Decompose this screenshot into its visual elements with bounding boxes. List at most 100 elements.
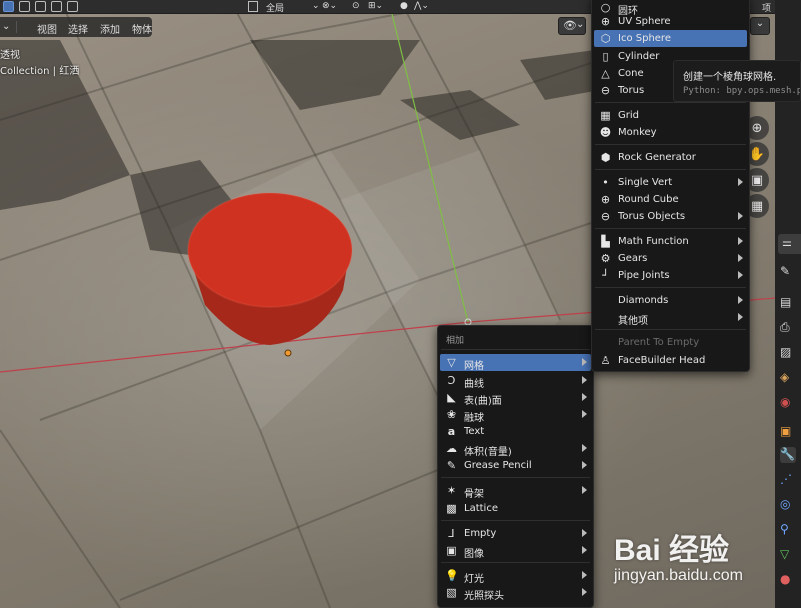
vert-icon: • [602,176,609,189]
select-subtract-icon[interactable] [35,1,46,12]
baidu-watermark: Bai 经验 jingyan.baidu.com [614,525,784,595]
submenu-arrow-icon [582,444,587,452]
torus-icon: ⊖ [600,84,611,97]
menu-item-single-vert[interactable]: • Single Vert [594,174,747,191]
select-box-icon[interactable] [3,1,14,12]
viewport-shading-dropdown[interactable]: ⌄ [750,17,770,35]
ico-sphere-icon: ⬡ [600,32,611,45]
menu-item-gears[interactable]: ⚙ Gears [594,250,747,267]
render-properties-icon[interactable]: ▤ [780,295,796,311]
surface-icon: ◣ [447,391,456,404]
menu-object[interactable]: 物体 [132,21,152,36]
cone-icon: △ [601,67,610,80]
menu-item-round-cube[interactable]: ⊕ Round Cube [594,191,747,208]
view-layer-icon[interactable]: ▨ [780,345,796,361]
pivot-point-icon[interactable]: ⊗⌄ [322,1,337,11]
menu-item-lattice[interactable]: ▩ Lattice [440,500,591,517]
submenu-arrow-icon [582,410,587,418]
gears-icon: ⚙ [600,252,611,265]
torus-objects-icon: ⊖ [600,210,611,223]
scene-properties-icon[interactable]: ◈ [780,370,796,386]
menu-item-uv-sphere[interactable]: ⊕ UV Sphere [594,13,747,30]
menu-add[interactable]: 添加 [100,21,120,36]
menu-item-facebuilder-head[interactable]: ♙ FaceBuilder Head [594,352,747,369]
menu-view[interactable]: 视图 [37,21,57,36]
submenu-arrow-icon [738,254,743,262]
ico-sphere-tooltip: 创建一个棱角球网格. Python: bpy.ops.mesh.pri [673,60,801,102]
eye-icon: 👁 [563,19,577,32]
submenu-arrow-icon [582,358,587,366]
uv-sphere-icon: ⊕ [600,15,611,28]
menu-item-diamonds[interactable]: Diamonds [594,292,747,309]
mode-dropdown-chevron-icon[interactable]: ⌄ [2,21,10,32]
tool-tab-button[interactable]: ⚌ [778,234,801,254]
output-properties-icon[interactable]: ⎙ [780,320,796,336]
menu-item-monkey[interactable]: ☻ Monkey [594,124,747,141]
menu-item-curve[interactable]: Ↄ 曲线 [440,372,591,390]
object-properties-icon[interactable]: ▣ [780,424,796,440]
viewport-header: ⌄ 视图 选择 添加 物体 [0,17,152,37]
submenu-arrow-icon [582,529,587,537]
menu-item-text[interactable]: a Text [440,423,591,440]
tooltip-python: Python: bpy.ops.mesh.pri [683,86,801,96]
physics-icon[interactable]: ◎ [780,497,796,513]
text-icon: a [447,425,456,438]
transform-orientation-icon [248,1,258,12]
select-extend-icon[interactable] [19,1,30,12]
world-properties-icon[interactable]: ◉ [780,395,796,411]
menu-item-empty[interactable]: ⅃ Empty [440,525,591,542]
tooltip-description: 创建一个棱角球网格. [683,72,777,83]
armature-icon: ✶ [446,484,457,497]
lattice-icon: ▩ [446,502,457,515]
watermark-logo: Bai 经验 [614,534,730,567]
menu-item-light-probe[interactable]: ▧ 光照探头 [440,584,591,602]
select-intersect-icon[interactable] [67,1,78,12]
view-name-label: 透视 [0,50,20,61]
submenu-arrow-icon [738,313,743,321]
menu-item-armature[interactable]: ✶ 骨架 [440,482,591,500]
rock-icon: ⬢ [600,151,611,164]
menu-item-volume[interactable]: ☁ 体积(音量) [440,440,591,458]
dropdown-chevron-icon[interactable]: ⌄ [312,1,320,11]
particles-icon[interactable]: ⋰ [780,472,796,488]
submenu-arrow-icon [582,588,587,596]
falloff-icon[interactable]: ⋀⌄ [414,1,429,11]
submenu-arrow-icon [738,271,743,279]
cylinder-icon: ▯ [602,50,609,63]
empty-icon: ⅃ [448,527,455,540]
menu-item-metaball[interactable]: ❀ 融球 [440,406,591,424]
submenu-arrow-icon [582,461,587,469]
math-function-icon: ▙ [601,235,610,248]
menu-item-extras[interactable]: 其他项 [594,309,747,327]
header-divider [16,21,17,33]
submenu-arrow-icon [582,571,587,579]
monkey-icon: ☻ [599,126,612,139]
grease-pencil-icon: ✎ [446,459,457,472]
menu-item-ico-sphere[interactable]: ⬡ Ico Sphere [594,30,747,47]
menu-item-grease-pencil[interactable]: ✎ Grease Pencil [440,457,591,474]
menu-item-pipe-joints[interactable]: ┘ Pipe Joints [594,267,747,284]
proportional-edit-icon[interactable]: ● [400,1,408,11]
modifier-wrench-icon[interactable]: 🔧 [780,447,796,463]
menu-item-mesh[interactable]: ▽ 网格 [440,354,591,372]
menu-item-light[interactable]: 💡 灯光 [440,567,591,585]
options-label[interactable]: 项 [762,1,771,14]
menu-item-surface[interactable]: ◣ 表(曲)面 [440,389,591,407]
select-invert-icon[interactable] [51,1,62,12]
menu-item-torus-objects[interactable]: ⊖ Torus Objects [594,208,747,225]
submenu-arrow-icon [582,393,587,401]
snap-icon[interactable]: ⊙ [352,1,360,11]
transform-orientation-label[interactable]: 全局 [266,1,284,14]
viewport-visibility-button[interactable]: 👁 ⌄ [558,17,586,35]
chevron-down-icon: ⌄ [576,19,585,30]
menu-item-image[interactable]: ▣ 图像 [440,542,591,560]
menu-item-grid[interactable]: ▦ Grid [594,107,747,124]
tool-settings-icon[interactable]: ✎ [780,264,796,280]
submenu-arrow-icon [582,486,587,494]
snap-target-icon[interactable]: ⊞⌄ [368,1,383,11]
volume-icon: ☁ [446,442,457,455]
menu-item-rock-generator[interactable]: ⬢ Rock Generator [594,149,747,166]
submenu-arrow-icon [582,376,587,384]
menu-select[interactable]: 选择 [68,21,88,36]
menu-item-math-function[interactable]: ▙ Math Function [594,233,747,250]
